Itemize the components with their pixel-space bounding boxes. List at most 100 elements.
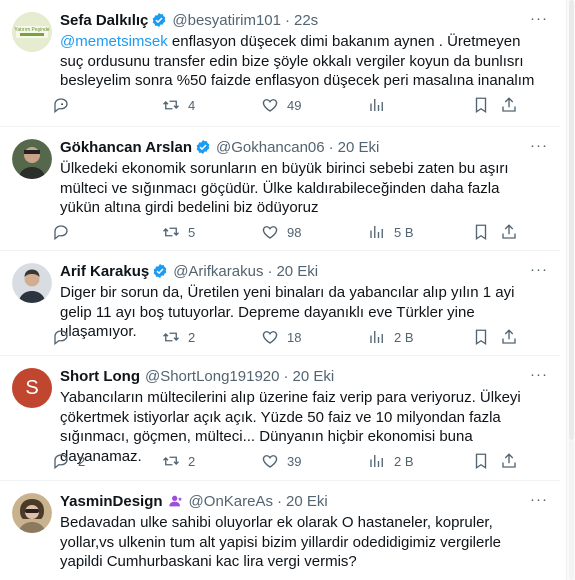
views-button[interactable]: 5 B — [368, 223, 414, 241]
reply-icon — [54, 98, 68, 114]
timestamp[interactable]: 20 Eki — [338, 139, 380, 156]
reply-button[interactable] — [52, 223, 78, 241]
mention-link[interactable]: @memetsimsek — [60, 33, 168, 50]
retweet-count: 2 — [188, 329, 196, 345]
scrollbar-track-lower — [569, 440, 574, 580]
tweet[interactable]: Gökhancan Arslan @Gokhancan06 · 20 Eki ·… — [0, 127, 560, 251]
more-options-icon[interactable]: ··· — [530, 261, 548, 278]
timestamp[interactable]: 20 Eki — [293, 368, 335, 385]
handle[interactable]: @ShortLong191920 — [145, 368, 280, 385]
avatar[interactable] — [12, 139, 52, 179]
tweet-text: Ülkedeki ekonomik sorunların en büyük bi… — [60, 160, 509, 216]
share-button[interactable] — [500, 328, 518, 346]
reply-count: 2 — [78, 453, 86, 469]
avatar[interactable] — [12, 493, 52, 533]
retweet-icon — [163, 227, 179, 237]
retweet-button[interactable]: 2 — [162, 452, 195, 470]
bookmark-button[interactable] — [472, 452, 490, 470]
reply-button[interactable] — [52, 328, 78, 346]
tweet-header: YasminDesign @OnKareAs · 20 Eki ··· — [60, 491, 548, 511]
more-options-icon[interactable]: ··· — [530, 366, 548, 383]
reply-icon — [54, 330, 68, 346]
scrollbar-thumb[interactable] — [569, 0, 574, 440]
display-name[interactable]: Gökhancan Arslan — [60, 139, 192, 156]
reply-button[interactable]: 2 — [52, 452, 85, 470]
more-options-icon[interactable]: ··· — [530, 137, 548, 154]
avatar[interactable] — [12, 263, 52, 303]
like-button[interactable]: 39 — [261, 452, 301, 470]
display-name[interactable]: Sefa Dalkılıç — [60, 12, 148, 29]
retweet-icon — [163, 332, 179, 342]
bookmark-button[interactable] — [472, 96, 490, 114]
heart-icon — [262, 226, 278, 239]
tweet[interactable]: Yatırım Peşinde Sefa Dalkılıç @besyatiri… — [0, 0, 560, 127]
bookmark-icon — [475, 453, 487, 470]
handle[interactable]: @OnKareAs — [189, 493, 273, 510]
bookmark-icon — [475, 329, 487, 346]
verified-badge-icon — [153, 13, 166, 27]
view-count: 2 B — [394, 453, 414, 469]
handle[interactable]: @besyatirim101 — [172, 12, 281, 29]
retweet-button[interactable]: 4 — [162, 96, 195, 114]
avatar[interactable]: S — [12, 368, 52, 408]
handle[interactable]: @Arifkarakus — [173, 263, 263, 280]
tweet[interactable]: Arif Karakuş @Arifkarakus · 20 Eki ··· D… — [0, 251, 560, 356]
separator-dot: · — [328, 138, 334, 156]
tweet[interactable]: YasminDesign @OnKareAs · 20 Eki ··· Beda… — [0, 481, 560, 580]
action-bar: 4 49 — [52, 93, 538, 117]
avatar-text: Yatırım Peşinde — [14, 27, 49, 33]
handle[interactable]: @Gokhancan06 — [216, 139, 325, 156]
person-badge-icon — [168, 495, 182, 507]
verified-badge-icon — [153, 264, 167, 278]
timestamp[interactable]: 22s — [294, 12, 318, 29]
bookmark-button[interactable] — [472, 223, 490, 241]
retweet-button[interactable]: 2 — [162, 328, 195, 346]
reply-button[interactable] — [52, 96, 78, 114]
more-options-icon[interactable]: ··· — [530, 491, 548, 508]
like-button[interactable]: 49 — [261, 96, 301, 114]
bookmark-button[interactable] — [472, 328, 490, 346]
view-count: 5 B — [394, 224, 414, 240]
timestamp[interactable]: 20 Eki — [276, 263, 318, 280]
share-button[interactable] — [500, 96, 518, 114]
views-button[interactable] — [368, 96, 394, 114]
separator-dot: · — [267, 262, 273, 280]
analytics-icon — [370, 99, 383, 111]
share-icon — [502, 224, 516, 239]
heart-icon — [262, 331, 278, 344]
share-button[interactable] — [500, 452, 518, 470]
tweet[interactable]: S Short Long @ShortLong191920 · 20 Eki ·… — [0, 356, 560, 481]
like-count: 18 — [287, 329, 302, 345]
like-count: 39 — [287, 453, 302, 469]
reply-icon — [54, 454, 68, 470]
separator-dot: · — [276, 492, 282, 510]
action-bar: 5 98 5 B — [52, 220, 538, 244]
tweet-header: Short Long @ShortLong191920 · 20 Eki ··· — [60, 366, 548, 386]
views-button[interactable]: 2 B — [368, 328, 414, 346]
tweet-text: Bedavadan ulke sahibi oluyorlar ek olara… — [60, 514, 501, 570]
display-name[interactable]: Arif Karakuş — [60, 263, 149, 280]
scrollbar[interactable] — [567, 0, 575, 580]
tweet-header: Gökhancan Arslan @Gokhancan06 · 20 Eki ·… — [60, 137, 548, 157]
display-name[interactable]: Short Long — [60, 368, 140, 385]
analytics-icon — [370, 331, 383, 343]
share-icon — [502, 97, 516, 112]
display-name[interactable]: YasminDesign — [60, 493, 163, 510]
like-count: 98 — [287, 224, 302, 240]
share-button[interactable] — [500, 223, 518, 241]
like-button[interactable]: 18 — [261, 328, 301, 346]
avatar[interactable]: Yatırım Peşinde — [12, 12, 52, 52]
share-icon — [502, 453, 516, 468]
timestamp[interactable]: 20 Eki — [286, 493, 328, 510]
tweet-feed: Yatırım Peşinde Sefa Dalkılıç @besyatiri… — [0, 0, 560, 580]
more-options-icon[interactable]: ··· — [530, 10, 548, 27]
views-button[interactable]: 2 B — [368, 452, 414, 470]
retweet-count: 5 — [188, 224, 196, 240]
analytics-icon — [370, 226, 383, 238]
view-count: 2 B — [394, 329, 414, 345]
avatar-initial: S — [25, 376, 39, 399]
retweet-count: 2 — [188, 453, 196, 469]
like-button[interactable]: 98 — [261, 223, 301, 241]
separator-dot: · — [283, 367, 289, 385]
retweet-button[interactable]: 5 — [162, 223, 195, 241]
